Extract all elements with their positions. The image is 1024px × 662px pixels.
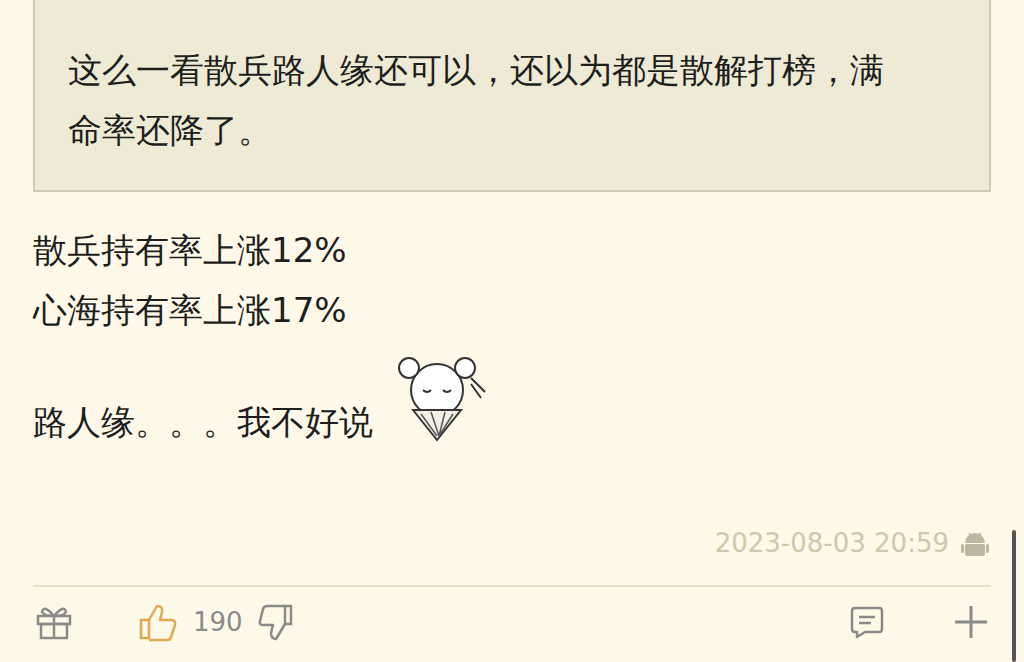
- action-right: [849, 604, 991, 640]
- quote-line: 这么一看散兵路人缘还可以，还以为都是散解打榜，满: [68, 40, 969, 100]
- dislike-icon[interactable]: [257, 602, 297, 642]
- like-icon[interactable]: [137, 602, 179, 642]
- sticker-icon: [379, 348, 495, 448]
- plus-icon[interactable]: [953, 604, 989, 640]
- android-icon: [961, 529, 989, 559]
- post-meta: 2023-08-03 20:59: [33, 524, 991, 563]
- separator: [33, 585, 991, 587]
- post-line: 心海持有率上涨17%: [33, 280, 991, 340]
- post-line: 散兵持有率上涨12%: [33, 220, 991, 280]
- quote-line: 命率还降了。: [68, 100, 969, 160]
- like-count: 190: [193, 603, 243, 642]
- timestamp: 2023-08-03 20:59: [715, 524, 949, 563]
- quote-block: 这么一看散兵路人缘还可以，还以为都是散解打榜，满命率还降了。: [33, 0, 991, 192]
- post-line: 路人缘。。。我不好说: [33, 348, 991, 452]
- post-text: 路人缘。。。我不好说: [33, 392, 373, 452]
- post-body: 散兵持有率上涨12%心海持有率上涨17% 路人缘。。。我不好说: [33, 220, 991, 452]
- comment-icon[interactable]: [849, 605, 885, 639]
- gift-icon[interactable]: [35, 604, 73, 640]
- action-bar: 190: [33, 587, 991, 662]
- scrollbar[interactable]: [1012, 530, 1016, 662]
- action-left: 190: [33, 602, 297, 642]
